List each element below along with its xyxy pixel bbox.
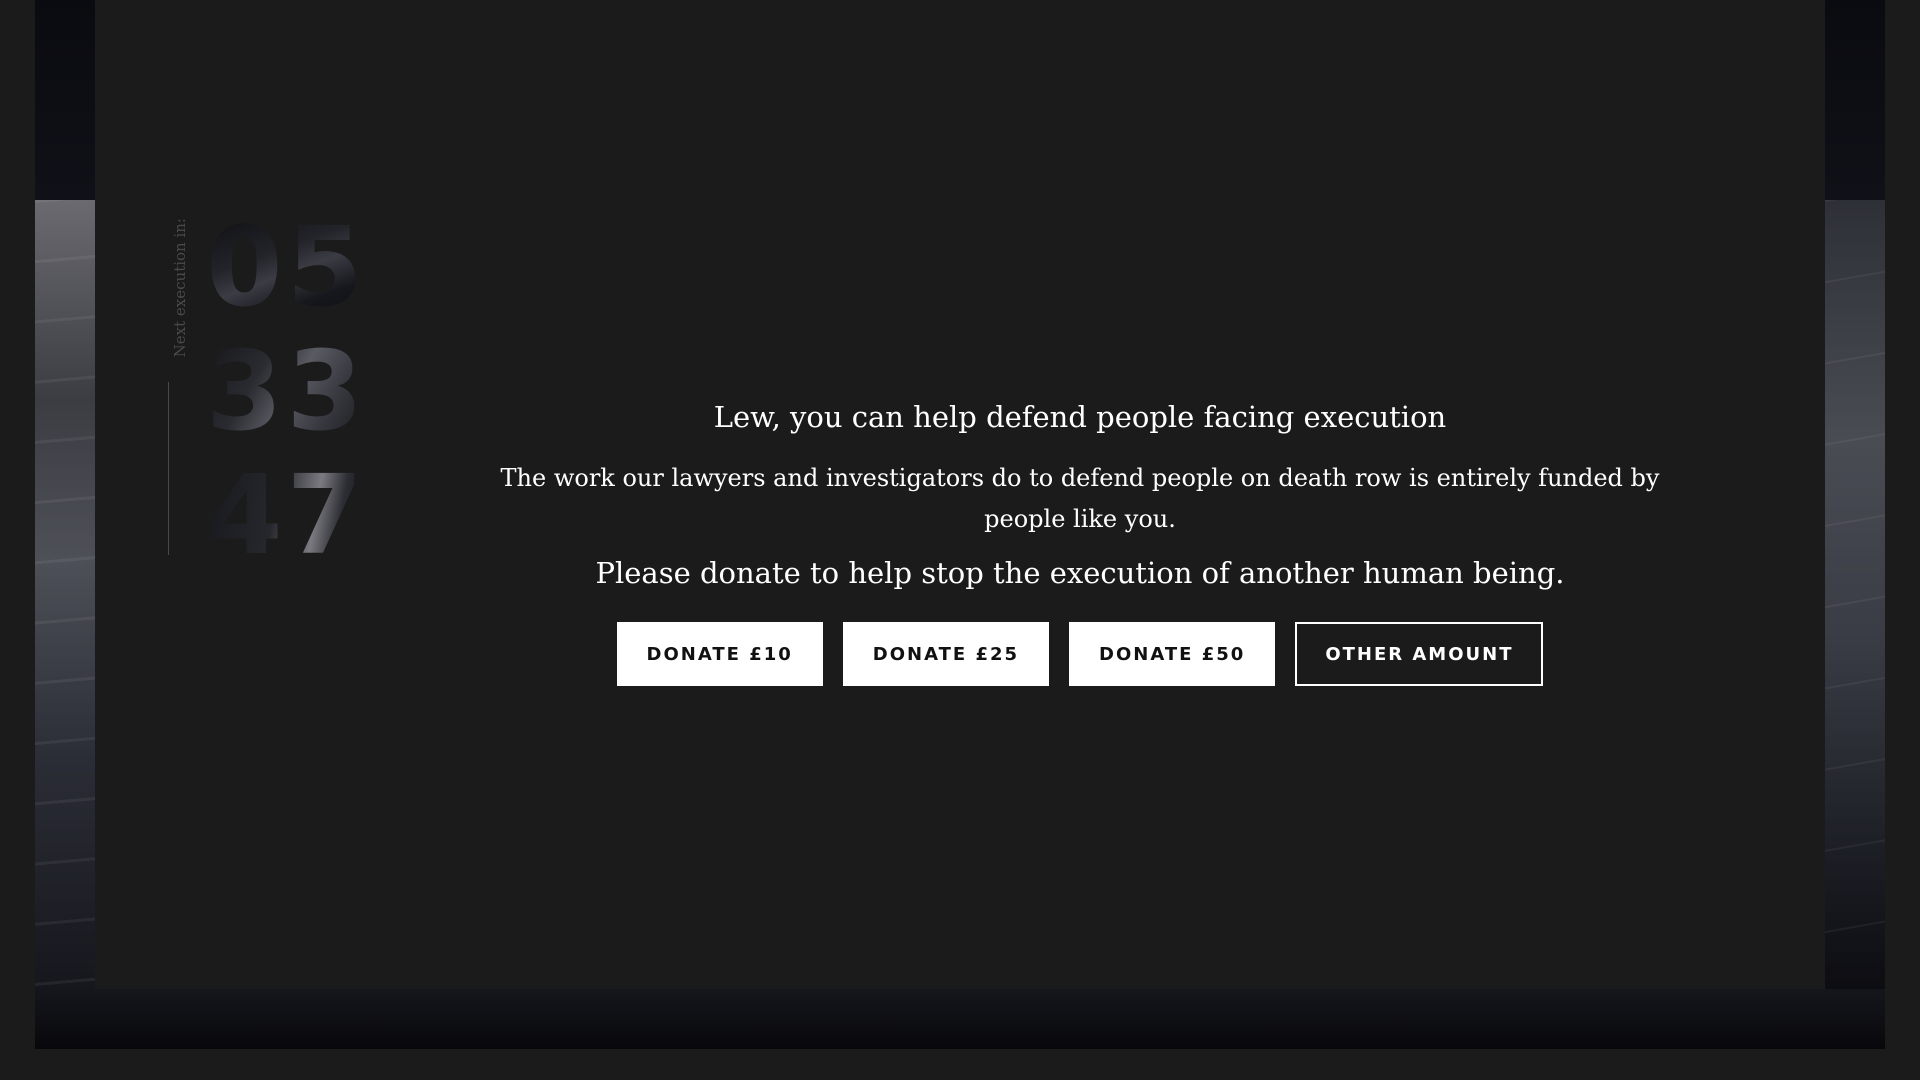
background-stone-wall-left bbox=[35, 200, 95, 1000]
donation-message: Lew, you can help defend people facing e… bbox=[500, 400, 1660, 686]
donate-25-button[interactable]: DONATE £25 bbox=[842, 622, 1050, 686]
donate-button-group: DONATE £10 DONATE £25 DONATE £50 OTHER A… bbox=[500, 622, 1660, 686]
body-text: The work our lawyers and investigators d… bbox=[500, 464, 1660, 533]
countdown-minutes: 33 bbox=[206, 327, 368, 455]
countdown-hours: 05 bbox=[206, 203, 368, 331]
countdown-timer: 05 33 47 bbox=[206, 203, 368, 579]
countdown-divider bbox=[168, 382, 169, 555]
background-stone-wall-right bbox=[1825, 200, 1885, 1000]
countdown-seconds: 47 bbox=[206, 451, 368, 579]
appeal-text: Please donate to help stop the execution… bbox=[595, 556, 1565, 590]
countdown-label: Next execution in: bbox=[171, 218, 189, 358]
headline: Lew, you can help defend people facing e… bbox=[713, 400, 1447, 434]
donate-50-button[interactable]: DONATE £50 bbox=[1069, 622, 1276, 686]
donate-10-button[interactable]: DONATE £10 bbox=[616, 622, 823, 686]
background-bottom-band bbox=[35, 989, 1885, 1049]
other-amount-button[interactable]: OTHER AMOUNT bbox=[1295, 622, 1544, 686]
